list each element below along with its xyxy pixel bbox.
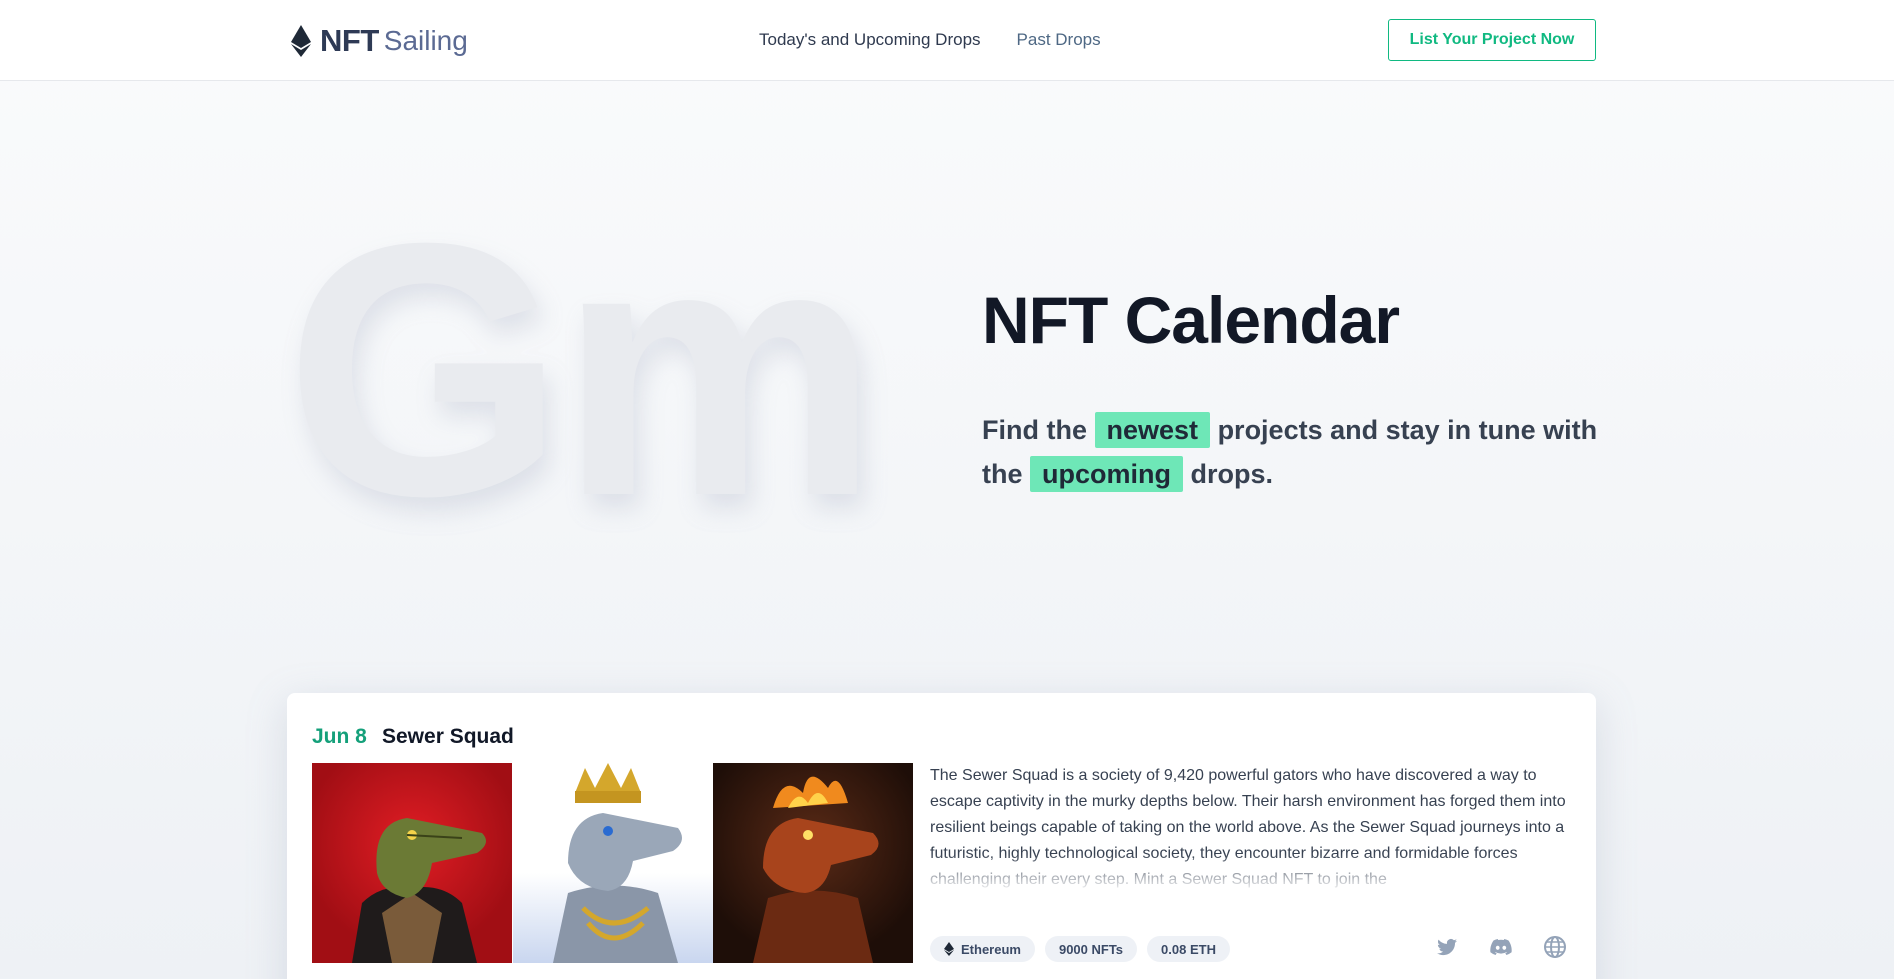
project-image-2[interactable]: [513, 763, 713, 963]
list-project-button[interactable]: List Your Project Now: [1388, 19, 1596, 61]
project-title[interactable]: Sewer Squad: [382, 725, 514, 749]
hero-subtitle: Find the newest projects and stay in tun…: [982, 408, 1622, 496]
project-social-links: [1435, 935, 1567, 959]
hero-background-word: Gm: [285, 169, 879, 571]
tag-supply: 9000 NFTs: [1044, 936, 1138, 962]
project-tags: Ethereum 9000 NFTs 0.08 ETH: [930, 936, 1230, 962]
globe-icon[interactable]: [1543, 935, 1567, 959]
logo[interactable]: NFT Sailing: [290, 23, 468, 59]
tag-chain: Ethereum: [930, 936, 1035, 962]
gator-fire-illustration: [753, 776, 879, 963]
discord-icon[interactable]: [1489, 935, 1513, 959]
navbar: NFT Sailing Today's and Upcoming Drops P…: [0, 0, 1894, 81]
gator-red-illustration: [352, 818, 486, 963]
logo-text-light: Sailing: [383, 25, 468, 56]
project-card[interactable]: Jun 8 Sewer Squad The Sewer Squad is a s…: [287, 693, 1596, 979]
subtitle-text: drops.: [1190, 459, 1274, 489]
twitter-icon[interactable]: [1435, 935, 1459, 959]
highlight-newest: newest: [1094, 412, 1211, 448]
main-nav: Today's and Upcoming Drops Past Drops: [759, 30, 1101, 50]
subtitle-text: Find the: [982, 415, 1087, 445]
logo-text-bold: NFT: [320, 23, 379, 58]
nav-link-upcoming-drops[interactable]: Today's and Upcoming Drops: [759, 30, 981, 50]
nav-link-past-drops[interactable]: Past Drops: [1017, 30, 1101, 50]
tag-price: 0.08 ETH: [1147, 936, 1230, 962]
project-description-container: The Sewer Squad is a society of 9,420 po…: [930, 763, 1570, 893]
ethereum-icon: [944, 942, 954, 956]
tag-chain-label: Ethereum: [961, 941, 1021, 957]
project-image-3[interactable]: [713, 763, 913, 963]
project-date: Jun 8: [312, 725, 367, 748]
project-description: The Sewer Squad is a society of 9,420 po…: [930, 767, 1566, 888]
gator-crown-illustration: [553, 763, 682, 963]
ethereum-logo-icon: [291, 25, 311, 57]
project-image-1[interactable]: [312, 763, 512, 963]
highlight-upcoming: upcoming: [1030, 456, 1184, 492]
page-title: NFT Calendar: [982, 283, 1400, 357]
